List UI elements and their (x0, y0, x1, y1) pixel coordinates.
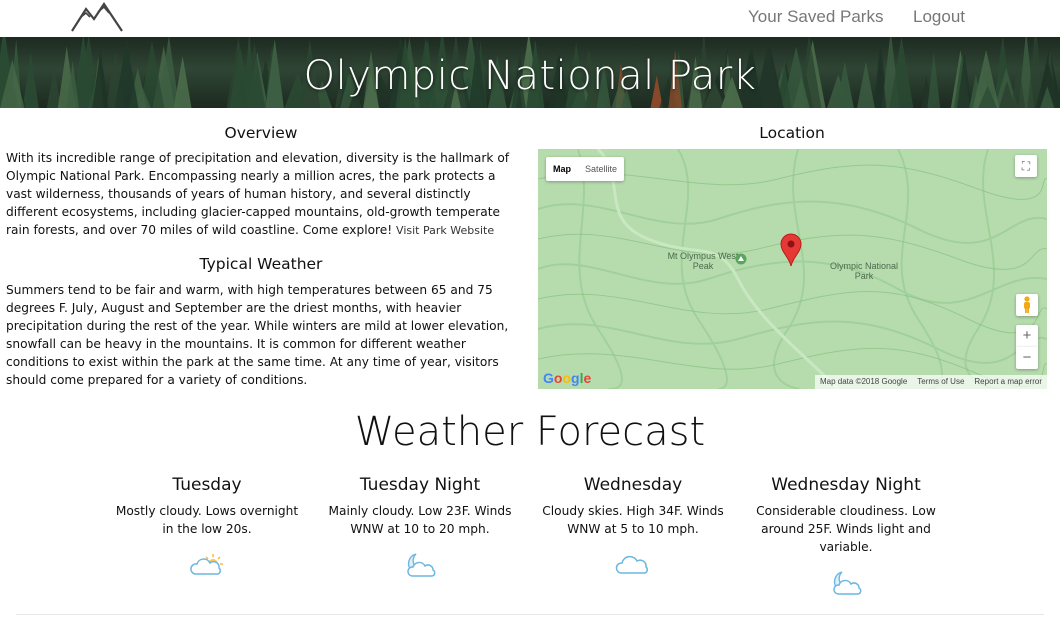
terms-link[interactable]: Terms of Use (912, 375, 969, 389)
typical-weather-heading: Typical Weather (199, 255, 323, 273)
google-logo[interactable]: Google (543, 370, 591, 386)
partly-cloudy-day-icon (190, 554, 223, 575)
forecast-period-wednesday: Wednesday Cloudy skies. High 34F. Winds … (538, 475, 728, 538)
visit-park-website-link[interactable]: Visit Park Website (396, 224, 494, 237)
forecast-period-name: Tuesday (172, 475, 242, 495)
map-embed[interactable]: Map Satellite ⛶ Mt Olympus West Peak Oly… (538, 149, 1047, 389)
map-data-attribution: Map data ©2018 Google (819, 377, 908, 386)
forecast-period-desc: Considerable cloudiness. Low around 25F.… (756, 504, 936, 554)
forecast-period-name: Wednesday Night (771, 475, 921, 495)
map-label-park: Olympic National Park (829, 261, 899, 281)
forecast-period-wednesday-night: Wednesday Night Considerable cloudiness.… (751, 475, 941, 556)
street-view-pegman-icon[interactable] (1016, 294, 1038, 316)
map-type-control: Map Satellite (546, 157, 625, 181)
forecast-period-desc: Cloudy skies. High 34F. Winds WNW at 5 t… (542, 504, 724, 536)
typical-weather-text: Summers tend to be fair and warm, with h… (6, 283, 509, 388)
forecast-heading: Weather Forecast (354, 409, 706, 455)
top-nav: Your Saved Parks Logout (0, 0, 1060, 37)
zoom-in-button[interactable]: + (1016, 325, 1038, 347)
terrain (538, 149, 1047, 389)
peak-marker-icon (735, 253, 747, 265)
forecast-period-tuesday-night: Tuesday Night Mainly cloudy. Low 23F. Wi… (325, 475, 515, 538)
nav-link-saved-parks[interactable]: Your Saved Parks (748, 7, 883, 27)
forecast-period-desc: Mostly cloudy. Lows overnight in the low… (115, 504, 299, 536)
map-footer: Map data ©2018 Google Terms of Use Repor… (814, 375, 1047, 389)
page-title: Olympic National Park (303, 53, 757, 99)
partly-cloudy-night-icon (833, 571, 862, 595)
partly-cloudy-night-icon (407, 553, 436, 577)
location-heading: Location (759, 124, 825, 142)
location-pin-icon[interactable] (780, 233, 802, 267)
zoom-out-button[interactable]: − (1016, 347, 1038, 369)
forecast-period-desc: Mainly cloudy. Low 23F. Winds WNW at 10 … (328, 504, 512, 536)
report-map-error-link[interactable]: Report a map error (969, 375, 1047, 389)
hero-banner: Olympic National Park (0, 37, 1060, 108)
mountains-logo-icon[interactable] (70, 1, 124, 33)
fullscreen-icon[interactable]: ⛶ (1015, 155, 1037, 177)
map-tab[interactable]: Map (546, 157, 578, 181)
satellite-tab[interactable]: Satellite (578, 157, 624, 181)
cloud-icon (615, 555, 649, 574)
forecast-period-name: Wednesday (583, 475, 683, 495)
forecast-period-name: Tuesday Night (359, 475, 481, 495)
map-label-peak: Mt Olympus West Peak (667, 251, 739, 271)
nav-link-logout[interactable]: Logout (913, 7, 965, 27)
footer-divider (16, 614, 1044, 615)
overview-heading: Overview (224, 124, 298, 142)
forecast-period-tuesday: Tuesday Mostly cloudy. Lows overnight in… (112, 475, 302, 538)
overview-text: With its incredible range of precipitati… (6, 149, 518, 240)
